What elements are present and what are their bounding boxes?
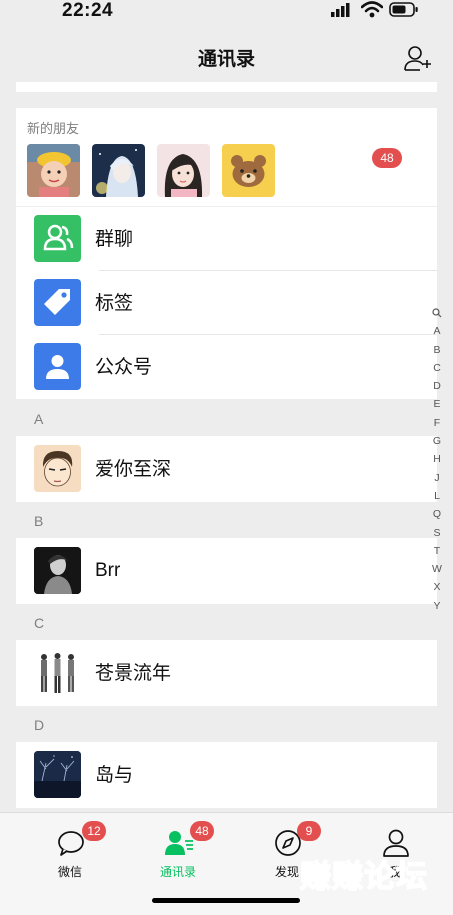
alphabet-index[interactable]: A B C D E F G H J L Q S T W X Y — [430, 304, 444, 615]
search-bar-collapsed[interactable] — [16, 82, 437, 92]
contact-row[interactable]: Brr — [16, 538, 437, 604]
group-chat-row[interactable]: 群聊 — [16, 207, 437, 271]
tab-contacts[interactable]: 48 通讯录 — [133, 813, 223, 893]
section-header-d: D — [16, 708, 437, 742]
new-friends-label: 新的朋友 — [27, 122, 80, 137]
index-letter[interactable]: D — [430, 377, 444, 395]
tag-icon — [34, 279, 81, 326]
tags-label: 标签 — [95, 292, 134, 314]
index-letter[interactable]: W — [430, 560, 444, 578]
contact-avatar — [34, 445, 81, 492]
tab-badge: 9 — [297, 821, 321, 841]
index-letter[interactable]: A — [430, 322, 444, 340]
home-indicator[interactable] — [152, 898, 300, 903]
index-letter[interactable]: Q — [430, 505, 444, 523]
index-letter[interactable]: E — [430, 395, 444, 413]
contact-avatar — [34, 649, 81, 696]
group-chat-label: 群聊 — [95, 228, 134, 250]
index-letter[interactable]: J — [430, 469, 444, 487]
status-bar: 22:24 — [0, 0, 453, 22]
contact-name: 苍景流年 — [95, 662, 172, 684]
bear-avatar[interactable] — [222, 144, 275, 197]
contact-name: Brr — [95, 560, 121, 581]
contact-name: 爱你至深 — [95, 458, 172, 480]
index-letter[interactable]: Y — [430, 597, 444, 615]
contact-row[interactable]: 爱你至深 — [16, 436, 437, 502]
add-friend-icon[interactable] — [403, 44, 433, 72]
navigation-bar: 通讯录 — [0, 22, 453, 84]
cellular-signal-icon — [331, 3, 350, 17]
section-letter: D — [34, 717, 45, 733]
tab-badge: 48 — [190, 821, 214, 841]
section-header-a: A — [16, 402, 437, 436]
contact-name: 岛与 — [95, 764, 134, 786]
index-letter[interactable]: T — [430, 542, 444, 560]
tab-chats[interactable]: 12 微信 — [25, 813, 115, 893]
contact-avatar — [34, 547, 81, 594]
forum-watermark: 赚赚论坛 — [299, 858, 428, 896]
contact-avatar — [34, 751, 81, 798]
anime-avatar[interactable] — [92, 144, 145, 197]
index-letter[interactable]: H — [430, 450, 444, 468]
section-letter: B — [34, 513, 44, 529]
contact-row[interactable]: 苍景流年 — [16, 640, 437, 706]
battery-icon — [389, 2, 418, 17]
tab-label: 微信 — [57, 865, 82, 879]
new-friends-badge: 48 — [372, 148, 402, 168]
index-letter[interactable]: S — [430, 524, 444, 542]
child-avatar[interactable] — [27, 144, 80, 197]
girl-avatar[interactable] — [157, 144, 210, 197]
official-accounts-label: 公众号 — [95, 356, 153, 378]
status-time: 22:24 — [62, 0, 114, 21]
section-header-b: B — [16, 504, 437, 538]
section-header-c: C — [16, 606, 437, 640]
index-letter[interactable]: C — [430, 359, 444, 377]
tab-badge: 12 — [82, 821, 106, 841]
tags-row[interactable]: 标签 — [16, 271, 437, 335]
section-letter: A — [34, 411, 44, 427]
wifi-icon — [361, 1, 383, 18]
contact-row[interactable]: 岛与 — [16, 742, 437, 808]
section-letter: C — [34, 615, 45, 631]
official-accounts-row[interactable]: 公众号 — [16, 335, 437, 399]
index-letter[interactable]: G — [430, 432, 444, 450]
official-account-icon — [34, 343, 81, 390]
group-chat-icon — [34, 215, 81, 262]
index-letter[interactable]: L — [430, 487, 444, 505]
index-search-icon[interactable] — [430, 304, 444, 322]
tab-label: 通讯录 — [159, 865, 196, 879]
index-letter[interactable]: X — [430, 578, 444, 596]
page-title: 通讯录 — [197, 48, 255, 70]
index-letter[interactable]: B — [430, 341, 444, 359]
index-letter[interactable]: F — [430, 414, 444, 432]
